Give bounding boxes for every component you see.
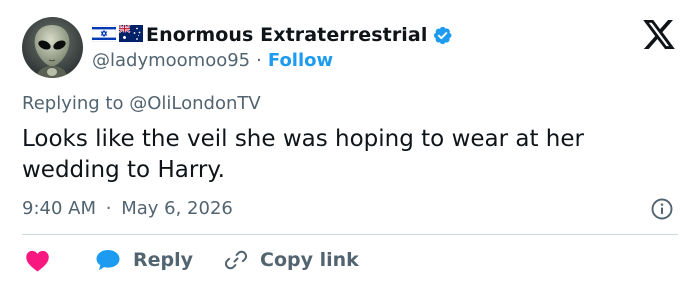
link-icon — [224, 248, 248, 272]
author-display-name[interactable]: Enormous Extraterrestrial — [146, 24, 427, 46]
timestamp-separator: · — [105, 198, 112, 219]
author-handle[interactable]: @ladymoomoo95 — [92, 50, 250, 71]
tweet-card: Enormous Extraterrestrial @ladymoomoo95 … — [0, 0, 700, 287]
tweet-timestamp[interactable]: 9:40 AM · May 6, 2026 — [22, 198, 233, 219]
x-logo-icon[interactable] — [643, 20, 675, 49]
info-icon[interactable] — [650, 197, 674, 221]
reply-label: Reply — [133, 249, 194, 271]
copy-link-button[interactable]: Copy link — [224, 248, 359, 272]
tweet-date: May 6, 2026 — [121, 198, 233, 219]
australia-flag-icon — [118, 23, 143, 46]
israel-flag-icon — [91, 24, 117, 46]
author-handle-row: @ladymoomoo95 · Follow — [92, 48, 333, 72]
replying-to-line: Replying to @OliLondonTV — [22, 93, 261, 114]
tweet-text: Looks like the veil she was hoping to we… — [22, 126, 584, 183]
reply-button[interactable]: Reply — [95, 248, 193, 272]
tweet-time: 9:40 AM — [22, 198, 96, 219]
verified-badge-icon[interactable] — [432, 25, 453, 46]
separator-dot: · — [256, 49, 262, 71]
follow-button[interactable]: Follow — [268, 50, 333, 71]
replying-to-mention[interactable]: @OliLondonTV — [129, 93, 260, 114]
replying-to-prefix: Replying to — [22, 93, 124, 114]
avatar[interactable] — [22, 17, 83, 78]
copy-link-label: Copy link — [260, 249, 359, 271]
divider — [22, 234, 678, 235]
reply-bubble-icon — [95, 248, 121, 272]
action-bar: Reply Copy link — [22, 244, 359, 276]
alien-avatar-image — [22, 17, 83, 78]
heart-icon — [25, 249, 50, 272]
author-name-row: Enormous Extraterrestrial — [91, 22, 453, 48]
like-button[interactable] — [25, 249, 50, 272]
